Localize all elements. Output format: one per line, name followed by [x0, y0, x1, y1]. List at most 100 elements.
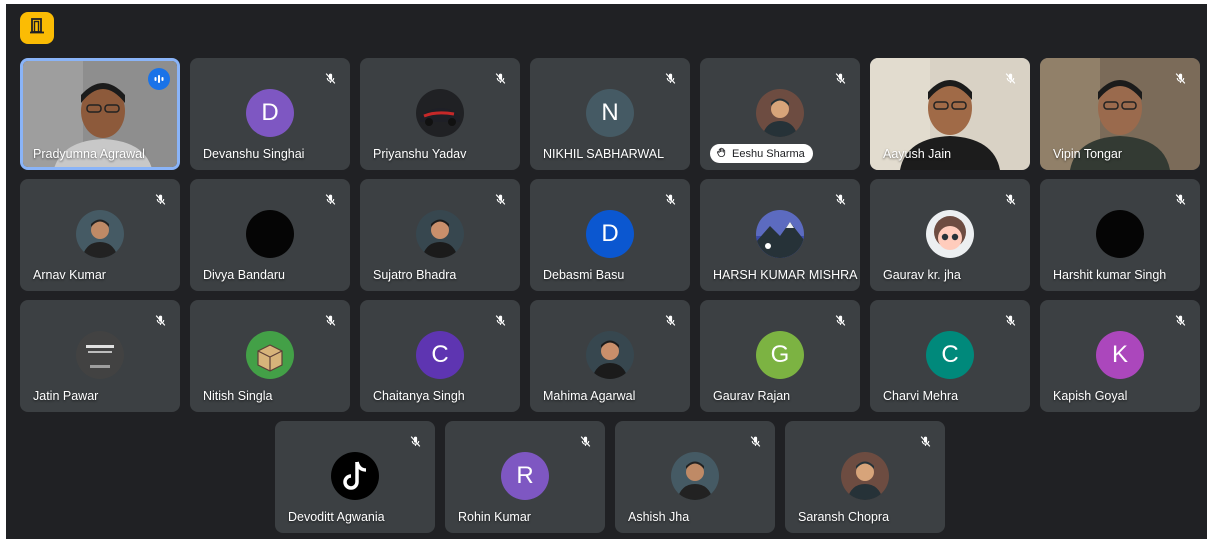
participant-tile[interactable]: C Chaitanya Singh	[360, 300, 520, 412]
raised-hand-badge: Eeshu Sharma	[710, 144, 813, 163]
meeting-stage: Pradyumna Agrawal D Devanshu Singhai Priyan…	[6, 4, 1207, 539]
mic-muted-icon	[403, 429, 427, 453]
participant-tile[interactable]: G Gaurav Rajan	[700, 300, 860, 412]
participant-name: Aayush Jain	[883, 147, 952, 161]
participant-name: Jatin Pawar	[33, 389, 99, 403]
participant-name: Chaitanya Singh	[373, 389, 465, 403]
avatar-photo	[246, 331, 294, 379]
participant-tile[interactable]: HARSH KUMAR MISHRA	[700, 179, 860, 291]
leave-button[interactable]	[20, 12, 54, 44]
mic-muted-icon	[148, 308, 172, 332]
participant-tile[interactable]: Harshit kumar Singh	[1040, 179, 1200, 291]
mic-muted-icon	[828, 308, 852, 332]
speaking-indicator-icon	[148, 68, 170, 90]
participant-name: Nitish Singla	[203, 389, 273, 403]
mic-muted-icon	[318, 308, 342, 332]
participant-tile[interactable]: Eeshu Sharma	[700, 58, 860, 170]
participant-tile[interactable]: Gaurav kr. jha	[870, 179, 1030, 291]
participant-name: Saransh Chopra	[798, 510, 890, 524]
participant-name: Pradyumna Agrawal	[33, 147, 145, 161]
avatar-letter: K	[1096, 331, 1144, 379]
participant-tile[interactable]: Saransh Chopra	[785, 421, 945, 533]
participant-tile[interactable]: D Debasmi Basu	[530, 179, 690, 291]
avatar-letter: G	[756, 331, 804, 379]
participant-name: HARSH KUMAR MISHRA	[713, 268, 858, 282]
mic-muted-icon	[573, 429, 597, 453]
avatar-photo	[246, 210, 294, 258]
raised-hand-icon	[716, 147, 727, 161]
avatar-photo	[331, 452, 379, 500]
participant-tile[interactable]: Arnav Kumar	[20, 179, 180, 291]
avatar-photo	[416, 89, 464, 137]
avatar-letter: N	[586, 89, 634, 137]
participant-tile[interactable]: R Rohin Kumar	[445, 421, 605, 533]
participant-tile[interactable]: Mahima Agarwal	[530, 300, 690, 412]
participant-name: Harshit kumar Singh	[1053, 268, 1167, 282]
participant-tile[interactable]: D Devanshu Singhai	[190, 58, 350, 170]
participant-tile[interactable]: Nitish Singla	[190, 300, 350, 412]
avatar-letter: R	[501, 452, 549, 500]
avatar-photo	[926, 210, 974, 258]
door-exit-icon	[28, 17, 46, 40]
avatar-photo	[76, 210, 124, 258]
avatar-photo	[671, 452, 719, 500]
participant-name: Rohin Kumar	[458, 510, 531, 524]
participant-tile[interactable]: Aayush Jain	[870, 58, 1030, 170]
participant-name: Arnav Kumar	[33, 268, 106, 282]
participant-name: Devoditt Agwania	[288, 510, 385, 524]
avatar-photo	[416, 210, 464, 258]
participant-tile[interactable]: Pradyumna Agrawal	[20, 58, 180, 170]
avatar-letter: D	[586, 210, 634, 258]
mic-muted-icon	[318, 187, 342, 211]
avatar-photo	[1096, 210, 1144, 258]
participant-name: Kapish Goyal	[1053, 389, 1128, 403]
participant-tile[interactable]: C Charvi Mehra	[870, 300, 1030, 412]
mic-muted-icon	[658, 66, 682, 90]
mic-muted-icon	[318, 66, 342, 90]
participant-tile[interactable]: N NIKHIL SABHARWAL	[530, 58, 690, 170]
mic-muted-icon	[828, 66, 852, 90]
mic-muted-icon	[998, 187, 1022, 211]
participant-tile[interactable]: Devoditt Agwania	[275, 421, 435, 533]
participant-tile[interactable]: Jatin Pawar	[20, 300, 180, 412]
mic-muted-icon	[488, 308, 512, 332]
participant-name: Sujatro Bhadra	[373, 268, 457, 282]
mic-muted-icon	[1168, 187, 1192, 211]
mic-muted-icon	[1168, 66, 1192, 90]
participant-name: Ashish Jha	[628, 510, 690, 524]
participant-tile[interactable]: K Kapish Goyal	[1040, 300, 1200, 412]
participant-tile[interactable]: Priyanshu Yadav	[360, 58, 520, 170]
participant-name: Gaurav kr. jha	[883, 268, 961, 282]
avatar-photo	[76, 331, 124, 379]
participant-name: NIKHIL SABHARWAL	[543, 147, 665, 161]
mic-muted-icon	[488, 187, 512, 211]
participant-name: Divya Bandaru	[203, 268, 285, 282]
participant-name: Priyanshu Yadav	[373, 147, 467, 161]
participant-name: Eeshu Sharma	[732, 147, 805, 160]
mic-muted-icon	[743, 429, 767, 453]
participant-name: Charvi Mehra	[883, 389, 959, 403]
avatar-photo	[586, 331, 634, 379]
participant-tile[interactable]: Vipin Tongar	[1040, 58, 1200, 170]
mic-muted-icon	[998, 308, 1022, 332]
avatar-letter: C	[416, 331, 464, 379]
mic-muted-icon	[913, 429, 937, 453]
mic-muted-icon	[658, 187, 682, 211]
mic-muted-icon	[488, 66, 512, 90]
mic-muted-icon	[828, 187, 852, 211]
avatar-photo	[756, 210, 804, 258]
participant-name: Debasmi Basu	[543, 268, 625, 282]
mic-muted-icon	[148, 187, 172, 211]
avatar-letter: C	[926, 331, 974, 379]
mic-muted-icon	[658, 308, 682, 332]
participant-name: Vipin Tongar	[1053, 147, 1123, 161]
avatar-letter: D	[246, 89, 294, 137]
avatar-photo	[841, 452, 889, 500]
mic-muted-icon	[1168, 308, 1192, 332]
participant-tile[interactable]: Sujatro Bhadra	[360, 179, 520, 291]
participant-tile[interactable]: Divya Bandaru	[190, 179, 350, 291]
mic-muted-icon	[998, 66, 1022, 90]
participant-name: Gaurav Rajan	[713, 389, 791, 403]
participant-tile[interactable]: Ashish Jha	[615, 421, 775, 533]
participant-name: Devanshu Singhai	[203, 147, 305, 161]
